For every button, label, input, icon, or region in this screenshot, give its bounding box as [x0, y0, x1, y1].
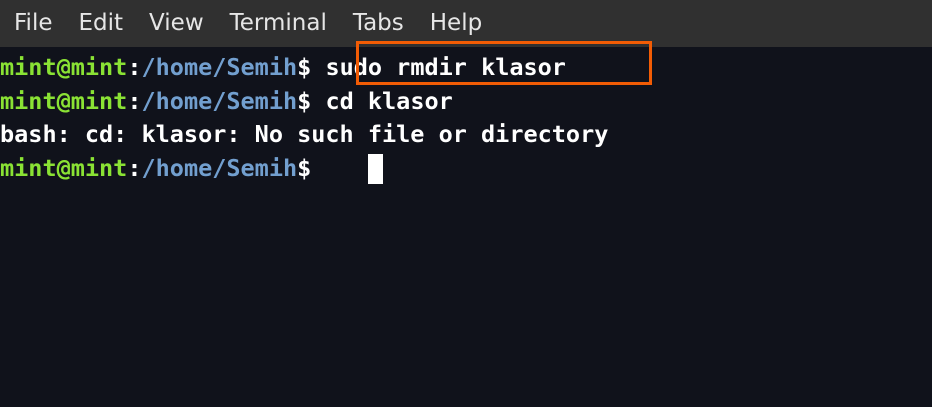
error-output: bash: cd: klasor: No such file or direct…	[0, 120, 609, 148]
prompt-separator: :	[127, 87, 142, 115]
terminal-line-3: bash: cd: klasor: No such file or direct…	[0, 117, 608, 151]
prompt-path: /home/Semih	[141, 154, 298, 182]
command-text: cd klasor	[325, 87, 453, 115]
prompt-separator: :	[127, 53, 142, 81]
menu-edit[interactable]: Edit	[66, 0, 137, 47]
prompt-user: mint@mint	[0, 53, 128, 81]
prompt-path: /home/Semih	[141, 87, 298, 115]
terminal-line-4: mint@mint:/home/Semih$	[0, 151, 325, 185]
menu-bar: File Edit View Terminal Tabs Help	[0, 0, 932, 47]
terminal-window: File Edit View Terminal Tabs Help mint@m…	[0, 0, 932, 407]
menu-terminal[interactable]: Terminal	[217, 0, 340, 47]
menu-file[interactable]: File	[0, 0, 66, 47]
menu-tabs[interactable]: Tabs	[340, 0, 417, 47]
terminal-line-2: mint@mint:/home/Semih$ cd klasor	[0, 84, 453, 118]
terminal-output-area[interactable]: mint@mint:/home/Semih$ sudo rmdir klasor…	[0, 47, 932, 407]
prompt-symbol: $	[297, 87, 326, 115]
prompt-user: mint@mint	[0, 87, 128, 115]
prompt-symbol: $	[297, 53, 326, 81]
prompt-separator: :	[127, 154, 142, 182]
prompt-symbol: $	[297, 154, 326, 182]
terminal-cursor	[368, 154, 383, 184]
prompt-user: mint@mint	[0, 154, 128, 182]
menu-view[interactable]: View	[136, 0, 217, 47]
command-text: sudo rmdir klasor	[325, 53, 566, 81]
prompt-path: /home/Semih	[141, 53, 298, 81]
terminal-line-1: mint@mint:/home/Semih$ sudo rmdir klasor	[0, 50, 566, 84]
menu-help[interactable]: Help	[417, 0, 495, 47]
